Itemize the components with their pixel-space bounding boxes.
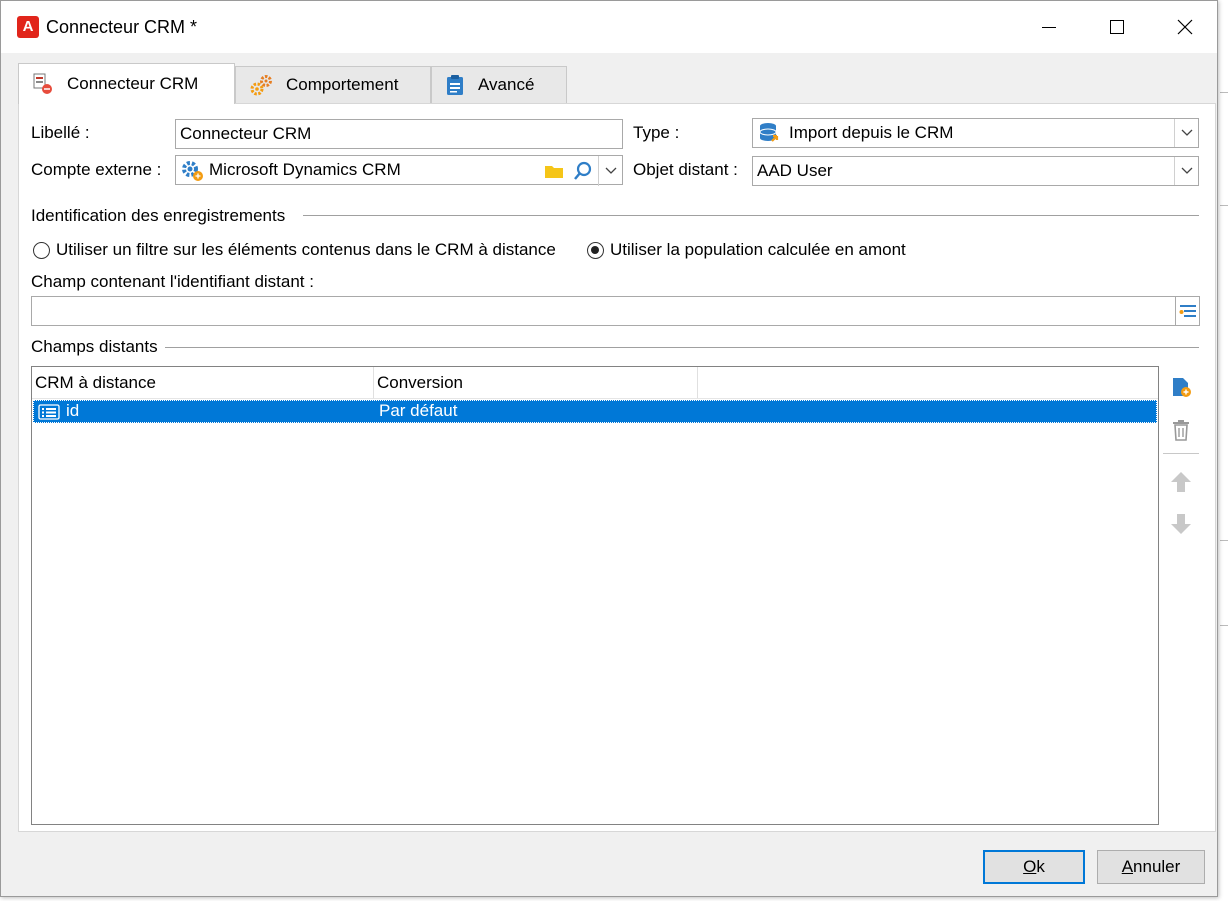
field-list-icon xyxy=(38,404,60,420)
column-header-label: CRM à distance xyxy=(35,372,156,392)
type-select-value: Import depuis le CRM xyxy=(789,123,954,142)
radio-filter-option[interactable]: Utiliser un filtre sur les éléments cont… xyxy=(33,240,556,260)
section-divider xyxy=(303,215,1199,216)
label-input-value: Connecteur CRM xyxy=(180,124,312,143)
remote-object-value: AAD User xyxy=(757,161,833,180)
edit-expression-button[interactable] xyxy=(1176,296,1200,326)
close-button[interactable] xyxy=(1151,1,1219,53)
external-account-label: Compte externe : xyxy=(31,160,162,179)
radio-population[interactable] xyxy=(587,241,604,259)
toolbar-divider xyxy=(1163,453,1199,454)
database-import-icon xyxy=(759,123,779,142)
remote-object-dropdown-button[interactable] xyxy=(1174,157,1198,185)
remote-object-label: Objet distant : xyxy=(633,160,738,179)
minimize-button[interactable] xyxy=(1015,1,1083,53)
close-icon xyxy=(1177,19,1193,35)
cancel-mnemonic: A xyxy=(1121,857,1134,876)
radio-population-label: Utiliser la population calculée en amont xyxy=(610,240,906,259)
radio-filter[interactable] xyxy=(33,241,50,259)
move-down-button[interactable] xyxy=(1166,509,1196,539)
minimize-icon xyxy=(1042,27,1056,28)
type-select[interactable]: Import depuis le CRM xyxy=(752,118,1199,148)
remote-fields-section-title: Champs distants xyxy=(31,337,158,356)
remote-object-select[interactable]: AAD User xyxy=(752,156,1199,186)
crm-connector-icon xyxy=(33,73,52,94)
search-icon xyxy=(574,161,592,180)
ok-button[interactable]: Ok xyxy=(983,850,1085,884)
column-header-label: Conversion xyxy=(377,372,463,392)
external-account-value: Microsoft Dynamics CRM xyxy=(209,160,401,179)
add-field-icon xyxy=(1173,378,1191,397)
identification-section-title: Identification des enregistrements xyxy=(31,206,286,225)
section-divider xyxy=(165,347,1199,348)
tab-advanced[interactable]: Avancé xyxy=(431,66,567,103)
move-up-button[interactable] xyxy=(1166,467,1196,497)
cancel-button[interactable]: Annuler xyxy=(1097,850,1205,884)
row-conversion: Par défaut xyxy=(379,401,458,420)
external-account-dropdown-button[interactable] xyxy=(598,156,622,186)
table-row[interactable]: id Par défaut xyxy=(33,400,1157,423)
folder-icon xyxy=(545,166,563,178)
external-account-icon xyxy=(182,161,203,181)
tab-label: Connecteur CRM xyxy=(67,74,199,93)
chevron-down-icon xyxy=(605,167,616,174)
dialog-window: A Connecteur CRM * Connecteur CRM Compor… xyxy=(0,0,1218,897)
adobe-logo-icon: A xyxy=(17,16,39,38)
radio-filter-label: Utiliser un filtre sur les éléments cont… xyxy=(56,240,556,259)
clipboard-icon xyxy=(447,75,463,95)
tab-crm-connector[interactable]: Connecteur CRM xyxy=(18,63,235,104)
search-account-button[interactable] xyxy=(569,157,597,185)
column-header-remote[interactable]: CRM à distance xyxy=(32,367,374,399)
ok-mnemonic: O xyxy=(1023,857,1037,876)
background-app-strip xyxy=(1218,0,1228,901)
column-header-conversion[interactable]: Conversion xyxy=(374,367,698,399)
row-remote-field: id xyxy=(66,401,80,420)
add-field-button[interactable] xyxy=(1166,371,1196,401)
label-input[interactable]: Connecteur CRM xyxy=(175,119,623,149)
browse-folder-button[interactable] xyxy=(540,157,568,185)
tab-behaviour[interactable]: Comportement xyxy=(235,66,431,103)
cancel-label: nnuler xyxy=(1133,857,1181,876)
remote-fields-list[interactable]: CRM à distance Conversion id Par défaut xyxy=(31,366,1159,825)
remote-id-field-label: Champ contenant l'identifiant distant : xyxy=(31,272,314,291)
window-title: Connecteur CRM * xyxy=(46,17,198,37)
type-label: Type : xyxy=(633,123,680,142)
ok-label: k xyxy=(1036,857,1045,876)
expression-editor-icon xyxy=(1179,305,1196,317)
maximize-button[interactable] xyxy=(1083,1,1151,53)
tab-label: Avancé xyxy=(478,75,535,94)
tab-label: Comportement xyxy=(286,75,399,94)
remote-id-field-input[interactable] xyxy=(31,296,1176,326)
chevron-down-icon xyxy=(1181,167,1192,174)
type-dropdown-button[interactable] xyxy=(1174,119,1198,147)
title-bar: A Connecteur CRM * xyxy=(1,1,1217,53)
delete-field-button[interactable] xyxy=(1166,415,1196,445)
arrow-up-icon xyxy=(1171,472,1191,492)
trash-icon xyxy=(1173,420,1189,441)
gears-icon xyxy=(250,75,272,96)
arrow-down-icon xyxy=(1171,514,1191,534)
maximize-icon xyxy=(1110,20,1124,34)
chevron-down-icon xyxy=(1181,129,1192,136)
column-header-filler xyxy=(698,367,1158,399)
radio-population-option[interactable]: Utiliser la population calculée en amont xyxy=(587,240,906,260)
label-field-label: Libellé : xyxy=(31,123,90,142)
